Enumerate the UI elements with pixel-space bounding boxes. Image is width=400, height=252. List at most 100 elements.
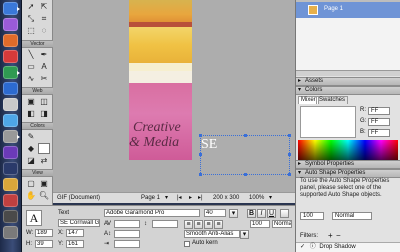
app-icon[interactable] [3,50,18,63]
play-icon[interactable]: ▸ [189,193,192,203]
stroke-swatch[interactable] [38,131,50,142]
fill-swatch[interactable] [38,143,50,154]
fullscreen-mode-icon[interactable]: ▣ [38,178,50,189]
app-icon[interactable] [3,146,18,159]
object-name-field[interactable]: SE Cornwall Gr... [58,219,100,227]
resize-handle[interactable] [199,173,202,176]
resize-handle[interactable] [199,153,202,156]
blue-field[interactable]: FF [368,129,390,137]
zoom-tool-icon[interactable]: 🔍︎ [38,190,50,201]
color-mixer-swatch[interactable] [300,106,356,138]
green-field[interactable]: FF [368,118,390,126]
resize-handle[interactable] [244,134,247,137]
slice-tool-icon[interactable]: ◫ [38,96,50,107]
canvas-text-media[interactable]: & Media [129,135,179,151]
page-selector[interactable]: Page 1 [141,193,160,203]
underline-button[interactable]: U [267,209,276,218]
resize-handle[interactable] [244,173,247,176]
document-canvas[interactable]: Creative & Media [129,0,192,160]
swap-colors-icon[interactable]: ⇄ [38,155,50,166]
next-frame-icon[interactable]: ▸| [198,193,203,203]
symbol-properties-header[interactable]: Symbol Properties [296,160,400,169]
text-color-swatch[interactable] [280,209,289,218]
antialias-select[interactable]: Smooth Anti-Alias [184,230,240,238]
filter-info-icon[interactable]: ⓘ [310,244,316,250]
finder-icon[interactable] [3,2,18,15]
antialias-dropdown-icon[interactable]: ▾ [240,230,249,239]
leading-field[interactable] [152,220,178,228]
app-icon[interactable] [3,98,18,111]
blend-mode-select[interactable]: Normal [272,220,292,228]
pen-tool-icon[interactable]: ✒ [38,49,50,60]
selection-bounding-box[interactable] [199,134,291,176]
text-tool-icon[interactable]: A [38,61,50,72]
subselect-tool-icon[interactable]: ⇱ [38,1,50,12]
pointer-tool-icon[interactable]: ➚ [25,1,37,12]
app-icon[interactable] [3,162,18,175]
first-frame-icon[interactable]: |◂ [177,193,182,203]
freeform-tool-icon[interactable]: ∿ [25,73,37,84]
align-center-icon[interactable]: ≡ [194,220,203,229]
filter-item-drop-shadow[interactable]: ✓ ⓘ Drop Shadow [296,242,400,252]
resize-handle[interactable] [288,173,291,176]
show-slices-icon[interactable]: ◨ [38,108,50,119]
colors-panel-header[interactable]: Colors [296,86,400,95]
app-icon[interactable] [3,66,18,79]
crop-tool-icon[interactable]: ⌗ [38,13,50,24]
checkmark-icon[interactable]: ✓ [300,244,305,250]
red-field[interactable]: FF [368,107,390,115]
zoom-dropdown-icon[interactable]: ▾ [269,193,272,203]
auto-shape-properties-header[interactable]: Auto Shape Properties [296,169,400,178]
align-left-icon[interactable]: ≡ [184,220,193,229]
color-spectrum[interactable] [298,140,398,160]
rectangle-tool-icon[interactable]: ▭ [25,61,37,72]
font-family-select[interactable]: Adobe Garamond Pro [104,209,200,217]
blend-mode-field[interactable]: Normal [332,212,372,220]
resize-handle[interactable] [288,153,291,156]
y-field[interactable]: 161 [66,240,84,248]
justify-icon[interactable]: ≡ [214,220,223,229]
canvas-text-creative[interactable]: Creative [133,120,181,136]
fill-color-icon[interactable]: ◆ [25,143,37,154]
page-dropdown-icon[interactable]: ▾ [165,193,168,203]
app-icon[interactable] [3,210,18,223]
trash-icon[interactable] [3,226,18,239]
knife-tool-icon[interactable]: ✂ [38,73,50,84]
app-icon[interactable] [3,82,18,95]
baseline-field[interactable] [114,230,140,238]
bold-button[interactable]: B [247,209,256,218]
app-icon[interactable] [3,130,18,143]
indent-field[interactable] [114,240,140,248]
app-icon[interactable] [3,34,18,47]
hotspot-tool-icon[interactable]: ▣ [25,96,37,107]
resize-handle[interactable] [199,134,202,137]
default-colors-icon[interactable]: ◪ [25,155,37,166]
marquee-tool-icon[interactable]: ⬚ [25,25,37,36]
lasso-tool-icon[interactable]: ◌ [38,25,50,36]
font-size-field[interactable]: 40 [204,209,226,217]
hide-slices-icon[interactable]: ◧ [25,108,37,119]
italic-button[interactable]: I [257,209,266,218]
add-filter-icon[interactable]: + [328,232,333,240]
pages-list-item[interactable]: Page 1 [296,2,400,18]
kerning-field[interactable] [114,220,140,228]
opacity-field[interactable]: 100 [300,212,324,220]
line-tool-icon[interactable]: ╲ [25,49,37,60]
x-field[interactable]: 147 [66,229,84,237]
resize-handle[interactable] [288,134,291,137]
zoom-level[interactable]: 100% [249,193,264,203]
autokern-checkbox[interactable] [184,241,190,247]
height-field[interactable]: 39 [35,240,53,248]
app-icon[interactable] [3,18,18,31]
app-icon[interactable] [3,114,18,127]
canvas-area[interactable]: Creative & Media SE [53,0,295,192]
app-icon[interactable] [3,178,18,191]
assets-panel-header[interactable]: Assets [296,77,400,86]
tab-swatches[interactable]: Swatches [316,96,349,104]
remove-filter-icon[interactable]: − [336,232,341,240]
hand-tool-icon[interactable]: ✋ [25,190,37,201]
stroke-color-icon[interactable]: ✎ [25,131,37,142]
font-size-dropdown-icon[interactable]: ▾ [229,209,238,218]
scale-tool-icon[interactable]: ⤡ [25,13,37,24]
align-right-icon[interactable]: ≡ [204,220,213,229]
